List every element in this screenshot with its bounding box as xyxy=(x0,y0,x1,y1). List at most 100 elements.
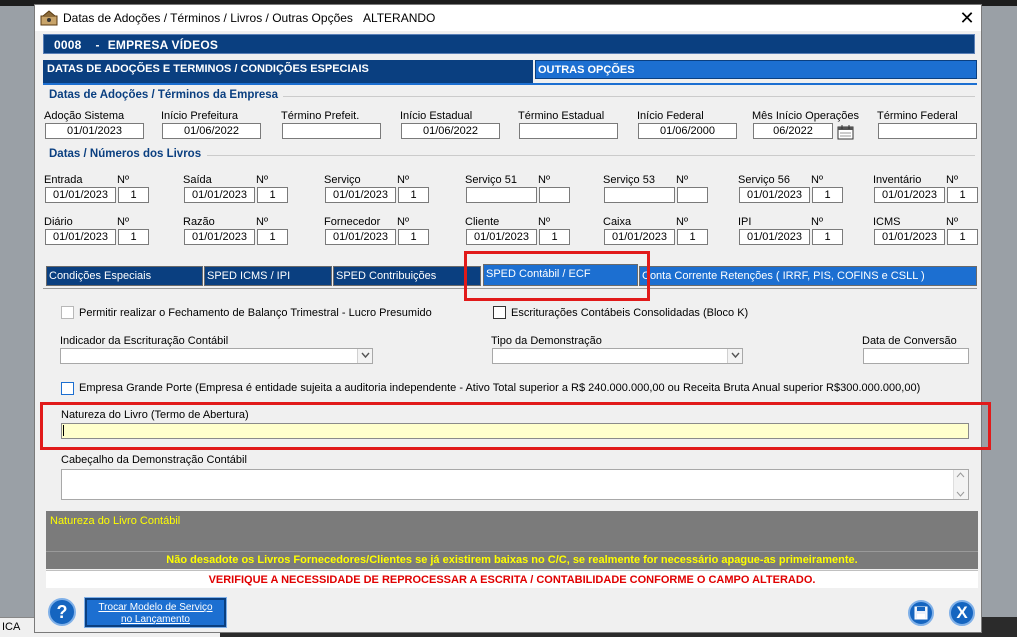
servico-56-number-input[interactable]: 1 xyxy=(812,187,843,203)
servico-53-number-input[interactable] xyxy=(677,187,708,203)
section-title-adoptions: Datas de Adoções / Términos da Empresa xyxy=(49,89,279,101)
inventario-number-input[interactable]: 1 xyxy=(947,187,978,203)
tab-datas-adocoes[interactable]: DATAS DE ADOÇÕES E TERMINOS / CONDIÇÕES … xyxy=(43,60,533,83)
termino-federal-label: Término Federal xyxy=(877,110,958,122)
indicador-label: Indicador da Escrituração Contábil xyxy=(60,335,229,347)
caixa-number-input[interactable]: 1 xyxy=(677,229,708,245)
termino-estadual-input[interactable] xyxy=(519,123,618,139)
tab-condicoes-especiais[interactable]: Condições Especiais xyxy=(46,266,203,286)
servico-56-date-input[interactable]: 01/01/2023 xyxy=(739,187,810,203)
cliente-number-label: Nº xyxy=(538,216,550,228)
fornecedor-number-input[interactable]: 1 xyxy=(398,229,429,245)
entrada-date-input[interactable]: 01/01/2023 xyxy=(45,187,116,203)
close-icon[interactable]: ✕ xyxy=(955,7,979,29)
tab-conta-corrente-retencoes[interactable]: Conta Corrente Retenções ( IRRF, PIS, CO… xyxy=(639,266,977,286)
termino-prefeit-input[interactable] xyxy=(282,123,381,139)
divider xyxy=(207,155,975,156)
calendar-icon[interactable] xyxy=(837,124,855,140)
icms-date-input[interactable]: 01/01/2023 xyxy=(874,229,945,245)
entrada-label: Entrada xyxy=(44,174,83,186)
razao-date-input[interactable]: 01/01/2023 xyxy=(184,229,255,245)
inicio-federal-input[interactable]: 01/06/2000 xyxy=(638,123,737,139)
diario-date-input[interactable]: 01/01/2023 xyxy=(45,229,116,245)
tipo-demonstracao-select[interactable] xyxy=(492,348,743,364)
mes-inicio-operacoes-input[interactable]: 06/2022 xyxy=(753,123,833,139)
inicio-estadual-label: Início Estadual xyxy=(400,110,473,122)
app-icon xyxy=(40,10,58,26)
inicio-prefeitura-input[interactable]: 01/06/2022 xyxy=(162,123,261,139)
inicio-estadual-input[interactable]: 01/06/2022 xyxy=(401,123,500,139)
tab-outras-opcoes[interactable]: OUTRAS OPÇÕES xyxy=(535,60,977,79)
chevron-down-icon[interactable] xyxy=(357,349,372,363)
cabecalho-textarea[interactable] xyxy=(61,469,969,500)
chevron-down-icon[interactable] xyxy=(727,349,742,363)
data-conversao-label: Data de Conversão xyxy=(862,335,957,347)
exit-button[interactable]: X xyxy=(949,600,975,626)
razao-number-input[interactable]: 1 xyxy=(257,229,288,245)
data-conversao-input[interactable] xyxy=(863,348,969,364)
servico-51-date-input[interactable] xyxy=(466,187,537,203)
ipi-number-input[interactable]: 1 xyxy=(812,229,843,245)
title-bar: Datas de Adoções / Términos / Livros / O… xyxy=(35,5,981,31)
servico-53-date-input[interactable] xyxy=(604,187,675,203)
caixa-number-label: Nº xyxy=(676,216,688,228)
tipo-demonstracao-label: Tipo da Demonstração xyxy=(491,335,602,347)
grande-porte-label: Empresa Grande Porte (Empresa é entidade… xyxy=(79,382,921,394)
servico-number-input[interactable]: 1 xyxy=(398,187,429,203)
termino-federal-input[interactable] xyxy=(878,123,977,139)
trocar-modelo-label-2: no Lançamento xyxy=(121,614,190,625)
mes-inicio-operacoes-label: Mês Início Operações xyxy=(752,110,859,122)
adocao-sistema-label: Adoção Sistema xyxy=(44,110,125,122)
diario-label: Diário xyxy=(44,216,73,228)
section-title-books: Datas / Números dos Livros xyxy=(49,148,202,160)
tab-sped-contribuicoes[interactable]: SPED Contribuições xyxy=(333,266,481,286)
indicador-select[interactable] xyxy=(60,348,373,364)
razao-number-label: Nº xyxy=(256,216,268,228)
fechamento-balanco-checkbox[interactable] xyxy=(61,306,74,319)
icms-number-label: Nº xyxy=(946,216,958,228)
caixa-date-input[interactable]: 01/01/2023 xyxy=(604,229,675,245)
floppy-disk-icon xyxy=(914,606,928,620)
entrada-number-input[interactable]: 1 xyxy=(118,187,149,203)
servico-date-input[interactable]: 01/01/2023 xyxy=(325,187,396,203)
natureza-livro-contabil-panel: Natureza do Livro Contábil xyxy=(46,511,978,551)
fornecedor-date-input[interactable]: 01/01/2023 xyxy=(325,229,396,245)
servico-51-number-label: Nº xyxy=(538,174,550,186)
fornecedor-number-label: Nº xyxy=(397,216,409,228)
natureza-livro-contabil-text: Natureza do Livro Contábil xyxy=(50,515,181,527)
saida-date-input[interactable]: 01/01/2023 xyxy=(184,187,255,203)
cliente-date-input[interactable]: 01/01/2023 xyxy=(466,229,537,245)
inicio-federal-label: Início Federal xyxy=(637,110,704,122)
servico-51-label: Serviço 51 xyxy=(465,174,517,186)
caixa-label: Caixa xyxy=(603,216,632,228)
entrada-number-label: Nº xyxy=(117,174,129,186)
saida-number-input[interactable]: 1 xyxy=(257,187,288,203)
warning-fornecedores: Não desadote os Livros Fornecedores/Clie… xyxy=(46,551,978,569)
consolidadas-checkbox[interactable] xyxy=(493,306,506,319)
diario-number-input[interactable]: 1 xyxy=(118,229,149,245)
cliente-number-input[interactable]: 1 xyxy=(539,229,570,245)
help-button[interactable]: ? xyxy=(48,598,76,626)
grande-porte-checkbox[interactable] xyxy=(61,382,74,395)
scrollbar[interactable] xyxy=(953,470,968,499)
cliente-label: Cliente xyxy=(465,216,500,228)
servico-number-label: Nº xyxy=(397,174,409,186)
ipi-date-input[interactable]: 01/01/2023 xyxy=(739,229,810,245)
inventario-date-input[interactable]: 01/01/2023 xyxy=(874,187,945,203)
inventario-number-label: Nº xyxy=(946,174,958,186)
servico-53-number-label: Nº xyxy=(676,174,688,186)
saida-number-label: Nº xyxy=(256,174,268,186)
servico-56-label: Serviço 56 xyxy=(738,174,790,186)
window-title: Datas de Adoções / Términos / Livros / O… xyxy=(63,11,436,25)
servico-51-number-input[interactable] xyxy=(539,187,570,203)
scroll-arrows-icon xyxy=(956,472,965,497)
icms-number-input[interactable]: 1 xyxy=(947,229,978,245)
trocar-modelo-servico-button[interactable]: Trocar Modelo de Serviço no Lançamento xyxy=(84,597,227,628)
trocar-modelo-label-1: Trocar Modelo de Serviço xyxy=(98,602,213,613)
save-button[interactable] xyxy=(908,600,934,626)
servico-label: Serviço xyxy=(324,174,361,186)
warning-reprocessar: VERIFIQUE A NECESSIDADE DE REPROCESSAR A… xyxy=(46,570,978,588)
tab-sped-icms-ipi[interactable]: SPED ICMS / IPI xyxy=(204,266,332,286)
adocao-sistema-input[interactable]: 01/01/2023 xyxy=(45,123,144,139)
termino-prefeit-label: Término Prefeit. xyxy=(281,110,360,122)
